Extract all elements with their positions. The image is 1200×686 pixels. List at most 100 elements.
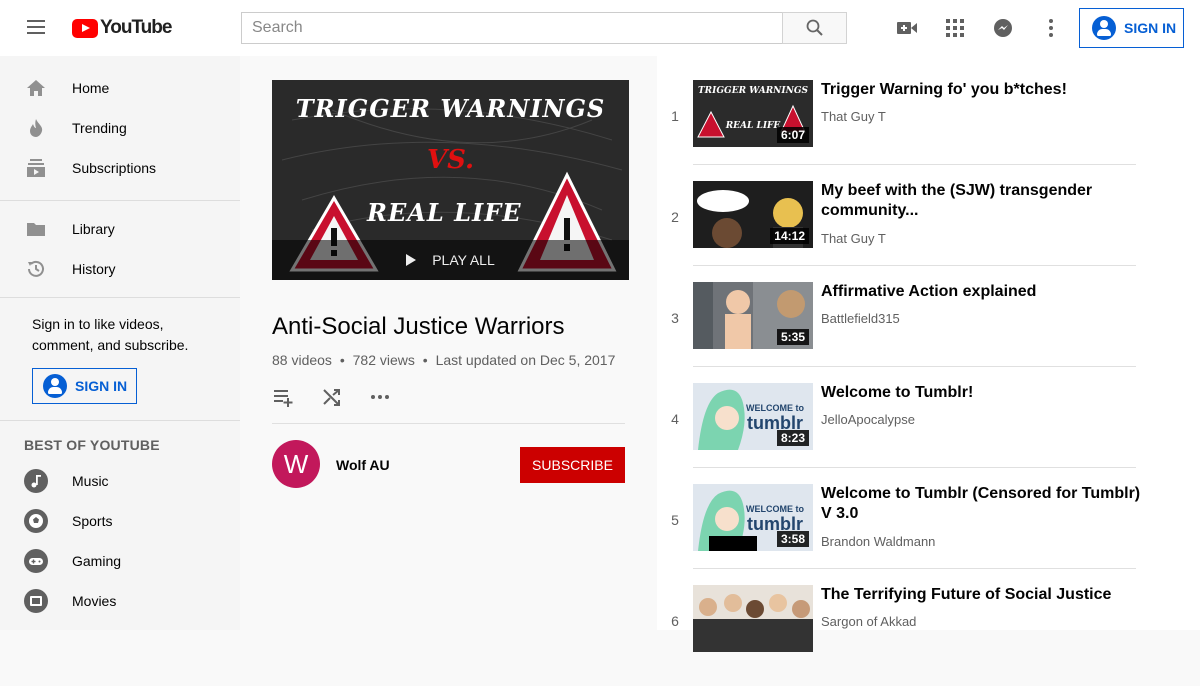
video-thumbnail[interactable]: WELCOME to tumblr 8:23 [693,383,813,450]
youtube-logo[interactable]: YouTube [72,17,172,39]
thumbnail-title-line2: REAL LIFE [367,198,522,227]
video-list-item[interactable]: 3 5:35 Affirmative Action explained Batt… [657,282,1137,383]
search-icon [806,19,823,36]
video-duration: 8:23 [776,430,809,446]
video-index: 6 [671,613,679,629]
account-icon [43,374,67,398]
sidebar-item-sports[interactable]: Sports [0,501,240,541]
best-of-youtube-heading: BEST OF YOUTUBE [24,437,160,453]
video-duration: 14:12 [770,228,809,244]
svg-text:WELCOME to: WELCOME to [746,403,804,413]
video-title[interactable]: Affirmative Action explained [821,282,1141,302]
account-icon [1092,16,1116,40]
video-channel[interactable]: That Guy T [821,109,886,124]
music-icon [24,469,48,493]
video-thumbnail[interactable]: TRIGGER WARNINGS REAL LIFE 6:07 [693,80,813,147]
sidebar: Home Trending Subscriptions Library Hist… [0,56,240,630]
shuffle-icon[interactable] [320,385,344,414]
sign-in-label: SIGN IN [1124,20,1177,36]
video-index: 3 [671,310,679,326]
video-list-item[interactable]: 1 TRIGGER WARNINGS REAL LIFE 6:07 Trigger… [657,80,1137,181]
sidebar-item-gaming[interactable]: Gaming [0,541,240,581]
view-count: 782 views [352,352,415,368]
video-channel[interactable]: That Guy T [821,231,886,246]
gaming-icon [24,549,48,573]
video-duration: 6:07 [776,127,809,143]
sign-in-label: SIGN IN [75,378,128,394]
sidebar-item-label: History [72,261,116,277]
video-title[interactable]: The Terrifying Future of Social Justice [821,585,1141,605]
video-list-item[interactable]: 5 WELCOME to tumblr 3:58 Welcome to Tumbl… [657,484,1140,585]
add-to-queue-icon[interactable] [272,385,296,414]
playlist-stats: 88 videos • 782 views • Last updated on … [272,352,615,368]
sports-icon [24,509,48,533]
search-input[interactable]: Search [241,12,783,44]
folder-icon [24,217,48,241]
sidebar-divider [0,200,240,201]
sidebar-divider [0,297,240,298]
video-channel[interactable]: Sargon of Akkad [821,614,916,629]
video-index: 4 [671,411,679,427]
video-camera-icon[interactable] [895,16,919,40]
sidebar-item-movies[interactable]: Movies [0,581,240,621]
playlist-divider [272,423,625,424]
video-thumbnail[interactable]: 14:12 [693,181,813,248]
video-divider [693,467,1136,468]
video-list-item[interactable]: 2 14:12 My beef with the (SJW) transgend… [657,181,1137,282]
sidebar-item-history[interactable]: History [0,249,240,289]
video-divider [693,265,1136,266]
sidebar-item-trending[interactable]: Trending [0,108,240,148]
sign-in-button[interactable]: SIGN IN [1079,8,1184,48]
more-horiz-icon[interactable] [368,385,392,414]
flame-icon [24,116,48,140]
sidebar-item-label: Sports [72,513,113,529]
sidebar-item-label: Gaming [72,553,122,569]
sidebar-item-label: Library [72,221,115,237]
owner-avatar[interactable]: W [272,440,320,488]
thumbnail-vs: VS. [427,145,475,175]
video-thumbnail[interactable]: WELCOME to tumblr 3:58 [693,484,813,551]
video-thumbnail[interactable] [693,585,813,652]
svg-text:TRIGGER WARNINGS: TRIGGER WARNINGS [698,86,809,96]
video-title[interactable]: My beef with the (SJW) transgender commu… [821,181,1141,221]
play-all-label: PLAY ALL [432,252,495,268]
playlist-thumbnail[interactable]: TRIGGER WARNINGS VS. REAL LIFE PLAY ALL [272,80,629,280]
play-icon [406,254,417,266]
video-divider [693,366,1136,367]
home-icon [24,76,48,100]
last-updated: Last updated on Dec 5, 2017 [435,352,616,368]
subscribe-button[interactable]: SUBSCRIBE [520,447,625,483]
sidebar-item-subscriptions[interactable]: Subscriptions [0,148,240,188]
apps-grid-icon[interactable] [943,16,967,40]
sidebar-item-label: Subscriptions [72,160,157,176]
playlist-info-panel: TRIGGER WARNINGS VS. REAL LIFE PLAY ALL … [240,56,657,630]
menu-icon[interactable] [24,16,48,40]
thumbnail-title-line1: TRIGGER WARNINGS [295,94,606,123]
video-title[interactable]: Welcome to Tumblr (Censored for Tumblr) … [821,484,1141,524]
video-index: 5 [671,512,679,528]
sidebar-item-library[interactable]: Library [0,209,240,249]
owner-name[interactable]: Wolf AU [336,457,390,473]
video-divider [693,568,1136,569]
search-button[interactable] [782,12,847,44]
more-vert-icon[interactable] [1039,16,1063,40]
movies-icon [24,589,48,613]
sidebar-item-home[interactable]: Home [0,68,240,108]
play-all-button[interactable]: PLAY ALL [272,240,629,280]
sidebar-item-music[interactable]: Music [0,461,240,501]
video-title[interactable]: Trigger Warning fo' you b*tches! [821,80,1141,100]
video-channel[interactable]: Battlefield315 [821,311,900,326]
sidebar-item-label: Trending [72,120,127,136]
subscriptions-icon [24,156,48,180]
video-channel[interactable]: JelloApocalypse [821,412,915,427]
video-title[interactable]: Welcome to Tumblr! [821,383,1141,403]
history-icon [24,257,48,281]
video-list-item[interactable]: 6 The Terrifying Future of Social Justic… [657,585,1137,686]
sidebar-sign-in-button[interactable]: SIGN IN [32,368,137,404]
video-list-item[interactable]: 4 WELCOME to tumblr 8:23 Welcome to Tumbl… [657,383,1137,484]
video-channel[interactable]: Brandon Waldmann [821,534,935,549]
video-thumbnail[interactable]: 5:35 [693,282,813,349]
messages-icon[interactable] [991,16,1015,40]
video-list: 1 TRIGGER WARNINGS REAL LIFE 6:07 Trigger… [657,56,1200,652]
sidebar-item-label: Movies [72,593,117,609]
